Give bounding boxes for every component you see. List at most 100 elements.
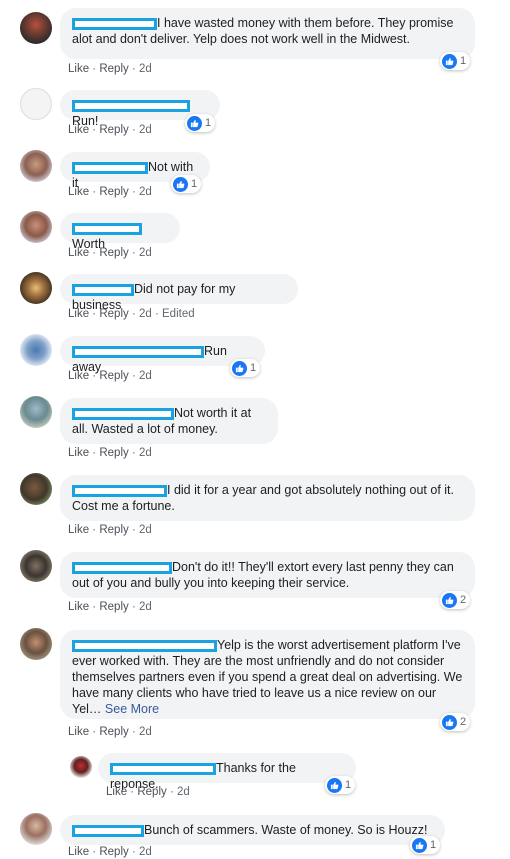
avatar[interactable]: [20, 88, 52, 120]
like-link[interactable]: Like: [68, 601, 89, 613]
avatar[interactable]: [20, 396, 52, 428]
comment-bubble: Not worth it at all. Wasted a lot of mon…: [60, 398, 278, 444]
reply-link[interactable]: Reply: [99, 726, 128, 738]
comment-actions: Like · Reply · 2d: [68, 63, 152, 75]
timestamp[interactable]: 2d: [139, 726, 152, 738]
like-link[interactable]: Like: [68, 726, 89, 738]
avatar[interactable]: [20, 150, 52, 182]
like-link[interactable]: Like: [68, 247, 89, 259]
avatar[interactable]: [20, 550, 52, 582]
timestamp[interactable]: 2d: [139, 846, 152, 858]
comment-actions: Like · Reply · 2d: [68, 601, 152, 613]
avatar[interactable]: [20, 12, 52, 44]
thumbs-up-icon: [173, 176, 188, 192]
avatar[interactable]: [20, 813, 52, 845]
redacted-name[interactable]: [72, 222, 142, 235]
timestamp[interactable]: 2d: [139, 186, 152, 198]
reply-link[interactable]: Reply: [99, 601, 128, 613]
redacted-name[interactable]: [72, 407, 174, 420]
redacted-name[interactable]: [72, 484, 167, 497]
comment-actions: Like · Reply · 2d · Edited: [68, 308, 195, 320]
timestamp[interactable]: 2d: [139, 247, 152, 259]
avatar[interactable]: [20, 211, 52, 243]
comment-actions: Like · Reply · 2d: [68, 124, 152, 136]
timestamp[interactable]: 2d: [139, 524, 152, 536]
comment-actions: Like · Reply · 2d: [68, 726, 152, 738]
reply-link[interactable]: Reply: [99, 370, 128, 382]
timestamp[interactable]: 2d: [139, 308, 152, 320]
thumbs-up-icon: [442, 714, 457, 730]
redacted-name[interactable]: [72, 283, 134, 296]
like-link[interactable]: Like: [68, 447, 89, 459]
comment-bubble: I have wasted money with them before. Th…: [60, 8, 475, 59]
reaction-count[interactable]: 1: [171, 175, 202, 193]
comment-actions: Like · Reply · 2d: [68, 370, 152, 382]
avatar[interactable]: [20, 272, 52, 304]
thumbs-up-icon: [442, 592, 457, 608]
like-link[interactable]: Like: [68, 124, 89, 136]
thumbs-up-icon: [412, 837, 427, 853]
like-link[interactable]: Like: [106, 786, 127, 798]
reaction-count[interactable]: 1: [440, 52, 471, 70]
redacted-name[interactable]: [72, 561, 172, 574]
reply-link[interactable]: Reply: [137, 786, 166, 798]
reply-link[interactable]: Reply: [99, 308, 128, 320]
edited-label: Edited: [162, 308, 195, 320]
avatar[interactable]: [20, 473, 52, 505]
reply-link[interactable]: Reply: [99, 124, 128, 136]
timestamp[interactable]: 2d: [139, 63, 152, 75]
reaction-count[interactable]: 2: [440, 591, 471, 609]
redacted-name[interactable]: [72, 17, 157, 30]
comment-bubble: Did not pay for my business: [60, 274, 298, 312]
comment-actions: Like · Reply · 2d: [106, 786, 190, 798]
reply-link[interactable]: Reply: [99, 186, 128, 198]
like-link[interactable]: Like: [68, 186, 89, 198]
avatar[interactable]: [20, 334, 52, 366]
comment-actions: Like · Reply · 2d: [68, 447, 152, 459]
comment-bubble: Yelp is the worst advertisement platform…: [60, 630, 475, 719]
comment-bubble: Bunch of scammers. Waste of money. So is…: [60, 815, 445, 845]
thumbs-up-icon: [442, 53, 457, 69]
like-link[interactable]: Like: [68, 63, 89, 75]
reaction-count[interactable]: 1: [185, 114, 216, 132]
comment-text: Bunch of scammers. Waste of money. So is…: [144, 823, 428, 837]
redacted-name[interactable]: [110, 762, 216, 775]
comment-actions: Like · Reply · 2d: [68, 186, 152, 198]
reply-link[interactable]: Reply: [99, 846, 128, 858]
avatar[interactable]: [70, 756, 92, 778]
redacted-name[interactable]: [72, 824, 144, 837]
thumbs-up-icon: [232, 360, 247, 376]
reply-link[interactable]: Reply: [99, 247, 128, 259]
timestamp[interactable]: 2d: [139, 447, 152, 459]
see-more-link[interactable]: See More: [105, 702, 159, 716]
reply-link[interactable]: Reply: [99, 524, 128, 536]
timestamp[interactable]: 2d: [139, 124, 152, 136]
like-link[interactable]: Like: [68, 370, 89, 382]
like-link[interactable]: Like: [68, 846, 89, 858]
reaction-count[interactable]: 1: [230, 359, 261, 377]
thumbs-up-icon: [187, 115, 202, 131]
reaction-count[interactable]: 2: [440, 713, 471, 731]
comment-actions: Like · Reply · 2d: [68, 846, 152, 858]
reply-link[interactable]: Reply: [99, 447, 128, 459]
comment-bubble: I did it for a year and got absolutely n…: [60, 475, 475, 521]
avatar[interactable]: [20, 628, 52, 660]
redacted-name[interactable]: [72, 99, 190, 112]
timestamp[interactable]: 2d: [177, 786, 190, 798]
comment-bubble: Thanks for the reponse.: [98, 753, 356, 791]
redacted-name[interactable]: [72, 161, 148, 174]
reaction-count[interactable]: 1: [325, 776, 356, 794]
comment-actions: Like · Reply · 2d: [68, 524, 152, 536]
timestamp[interactable]: 2d: [139, 601, 152, 613]
redacted-name[interactable]: [72, 345, 204, 358]
redacted-name[interactable]: [72, 639, 217, 652]
comment-actions: Like · Reply · 2d: [68, 247, 152, 259]
thumbs-up-icon: [327, 777, 342, 793]
reaction-count[interactable]: 1: [410, 836, 441, 854]
like-link[interactable]: Like: [68, 524, 89, 536]
comment-bubble: Don't do it!! They'll extort every last …: [60, 552, 475, 598]
comment-bubble: Worth: [60, 213, 180, 251]
like-link[interactable]: Like: [68, 308, 89, 320]
timestamp[interactable]: 2d: [139, 370, 152, 382]
reply-link[interactable]: Reply: [99, 63, 128, 75]
